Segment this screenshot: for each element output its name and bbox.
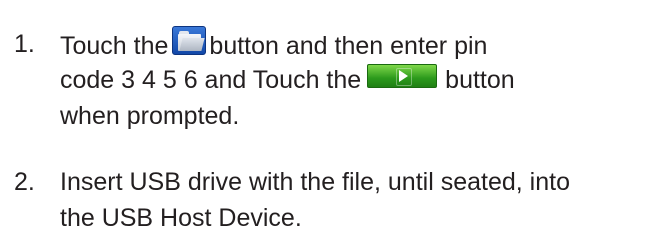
step-text-fragment: button	[445, 66, 515, 94]
step-text-fragment: code 3 4 5 6 and Touch the	[60, 66, 362, 94]
step-line: Insert USB drive with the file, until se…	[60, 168, 570, 196]
green-arrow-icon	[367, 64, 438, 88]
step-text: Touch the button and then enter pin code …	[60, 26, 640, 134]
step-line: the USB Host Device.	[60, 204, 302, 232]
step-text: Insert USB drive with the file, until se…	[60, 164, 640, 236]
folder-icon	[172, 26, 207, 55]
step-line: Touch the button and then enter pin	[60, 26, 640, 62]
step-text-fragment: when prompted.	[60, 102, 240, 130]
step-text-fragment: button and then enter pin	[209, 32, 488, 60]
step-number: 1.	[14, 30, 35, 58]
step-number: 2.	[14, 168, 35, 196]
step-line: when prompted.	[60, 98, 640, 134]
step-line: code 3 4 5 6 and Touch the button	[60, 62, 640, 98]
step-text-fragment: Touch the	[60, 32, 169, 60]
